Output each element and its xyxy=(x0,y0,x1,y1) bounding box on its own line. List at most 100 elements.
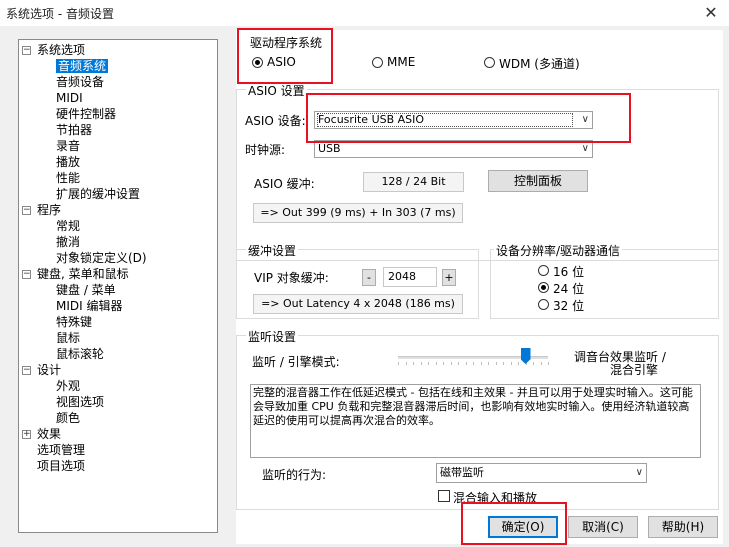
title-bar: 系统选项 - 音频设置 ✕ xyxy=(0,0,729,26)
monitor-behavior-select[interactable]: 磁带监听 ∨ xyxy=(436,463,647,483)
tree-item-label: 音频系统 xyxy=(56,59,109,73)
mix-input-checkbox[interactable] xyxy=(438,490,450,502)
slider-tick xyxy=(443,362,444,365)
tree-item[interactable]: 音频系统 xyxy=(56,58,109,74)
mix-input-label: 混合输入和播放 xyxy=(453,491,538,505)
tree-item[interactable]: 颜色 xyxy=(56,410,80,426)
tree-item-label: 选项管理 xyxy=(37,443,86,457)
radio-wdm[interactable] xyxy=(484,57,495,68)
asio-buffer-value: 128 / 24 Bit xyxy=(363,172,464,192)
slider-tick xyxy=(473,362,474,365)
asio-settings-title: ASIO 设置 xyxy=(246,82,307,99)
slider-tick xyxy=(420,362,422,365)
slider-tick xyxy=(465,362,467,365)
help-button[interactable]: 帮助(H) xyxy=(648,516,718,538)
collapse-icon[interactable]: − xyxy=(22,206,31,215)
control-panel-button[interactable]: 控制面板 xyxy=(488,170,588,192)
tree-item[interactable]: 对象锁定定义(D) xyxy=(56,250,147,266)
tree-item[interactable]: − 键盘, 菜单和鼠标 xyxy=(22,266,129,282)
tree-item[interactable]: 撤消 xyxy=(56,234,80,250)
tree-item[interactable]: + 效果 xyxy=(22,426,62,442)
window-title: 系统选项 - 音频设置 xyxy=(6,7,114,21)
tree-item[interactable]: − 程序 xyxy=(22,202,61,218)
radio-wdm-label: WDM (多通道) xyxy=(499,57,580,71)
radio-32bit-label: 32 位 xyxy=(553,299,585,313)
tree-item[interactable]: 鼠标滚轮 xyxy=(56,346,104,362)
slider-tick xyxy=(495,362,497,365)
tree-item[interactable]: 节拍器 xyxy=(56,122,92,138)
tree-item[interactable]: 选项管理 xyxy=(37,442,85,458)
collapse-icon[interactable]: − xyxy=(22,46,31,55)
radio-16bit-label: 16 位 xyxy=(553,265,585,279)
tree-item[interactable]: − 设计 xyxy=(22,362,61,378)
tree-item[interactable]: 键盘 / 菜单 xyxy=(56,282,116,298)
asio-latency-value: => Out 399 (9 ms) + In 303 (7 ms) xyxy=(253,203,463,223)
tree-item-label: 扩展的缓冲设置 xyxy=(56,187,141,201)
tree-item-label: 节拍器 xyxy=(56,123,93,137)
radio-24bit-label: 24 位 xyxy=(553,282,585,296)
tree-item-label: MIDI 编辑器 xyxy=(56,299,123,313)
tree-item[interactable]: 扩展的缓冲设置 xyxy=(56,186,140,202)
tree-item[interactable]: 音频设备 xyxy=(56,74,104,90)
radio-32bit[interactable] xyxy=(538,299,549,310)
tree-item[interactable]: 硬件控制器 xyxy=(56,106,116,122)
slider-tick xyxy=(518,362,519,365)
tree-item[interactable]: 鼠标 xyxy=(56,330,80,346)
slider-tick xyxy=(435,362,437,365)
device-resolution-title: 设备分辨率/驱动器通信 xyxy=(494,242,623,259)
tree-item[interactable]: 录音 xyxy=(56,138,80,154)
slider-tick xyxy=(533,362,534,365)
tree-item[interactable]: − 系统选项 xyxy=(22,42,85,58)
radio-asio[interactable] xyxy=(252,57,263,68)
buffer-decrease-button[interactable]: - xyxy=(362,269,376,286)
radio-mme-label: MME xyxy=(387,55,416,69)
clock-source-label: 时钟源: xyxy=(245,143,286,157)
tree-item[interactable]: 外观 xyxy=(56,378,80,394)
options-tree[interactable]: − 系统选项 音频系统音频设备 MIDI 硬件控制器 节拍器 录音 播放 性能 扩展的缓冲设置 − 程… xyxy=(18,39,218,533)
radio-24bit[interactable] xyxy=(538,282,549,293)
slider-tick xyxy=(510,362,512,365)
close-icon[interactable]: ✕ xyxy=(700,3,722,23)
asio-buffer-label: ASIO 缓冲: xyxy=(254,177,315,191)
radio-mme[interactable] xyxy=(372,57,383,68)
radio-16bit[interactable] xyxy=(538,265,549,276)
slider-tick xyxy=(540,362,542,365)
chevron-down-icon: ∨ xyxy=(635,467,643,478)
asio-device-label: ASIO 设备: xyxy=(245,114,306,128)
tree-item[interactable]: 性能 xyxy=(56,170,80,186)
vip-buffer-input[interactable]: 2048 xyxy=(383,267,437,287)
tree-item-label: 音频设备 xyxy=(56,75,105,89)
driver-system-title: 驱动程序系统 xyxy=(248,34,325,51)
buffer-increase-button[interactable]: + xyxy=(442,269,456,286)
tree-item-label: 效果 xyxy=(37,427,62,441)
collapse-icon[interactable]: − xyxy=(22,270,31,279)
tree-item-label: 颜色 xyxy=(56,411,81,425)
slider-tick xyxy=(480,362,482,365)
cancel-button[interactable]: 取消(C) xyxy=(568,516,638,538)
tree-item[interactable]: 视图选项 xyxy=(56,394,104,410)
expand-icon[interactable]: + xyxy=(22,430,31,439)
slider-tick xyxy=(398,362,399,365)
monitor-behavior-value: 磁带监听 xyxy=(440,466,484,479)
slider-tick xyxy=(488,362,489,365)
tree-item-label: 常规 xyxy=(56,219,81,233)
tree-item-label: 键盘 / 菜单 xyxy=(56,283,116,297)
tree-item[interactable]: 特殊键 xyxy=(56,314,92,330)
audio-settings-panel: 驱动程序系统 ASIO MME WDM (多通道) ASIO 设置 ASIO 设… xyxy=(236,30,723,544)
tree-item[interactable]: 播放 xyxy=(56,154,80,170)
tree-item[interactable]: MIDI xyxy=(56,90,83,106)
clock-source-select[interactable]: USB ∨ xyxy=(314,140,593,158)
tree-item-label: MIDI xyxy=(56,91,83,105)
tree-item-label: 键盘, 菜单和鼠标 xyxy=(37,267,129,281)
tree-item-label: 撤消 xyxy=(56,235,81,249)
tree-item[interactable]: MIDI 编辑器 xyxy=(56,298,123,314)
ok-button[interactable]: 确定(O) xyxy=(488,516,558,538)
tree-item[interactable]: 项目选项 xyxy=(37,458,85,474)
radio-asio-label: ASIO xyxy=(267,55,296,69)
focus-rect xyxy=(317,113,573,127)
chevron-down-icon: ∨ xyxy=(581,143,589,154)
slider-tick xyxy=(503,362,504,365)
monitor-mode-right-2: 混合引擎 xyxy=(610,363,659,377)
collapse-icon[interactable]: − xyxy=(22,366,31,375)
tree-item[interactable]: 常规 xyxy=(56,218,80,234)
